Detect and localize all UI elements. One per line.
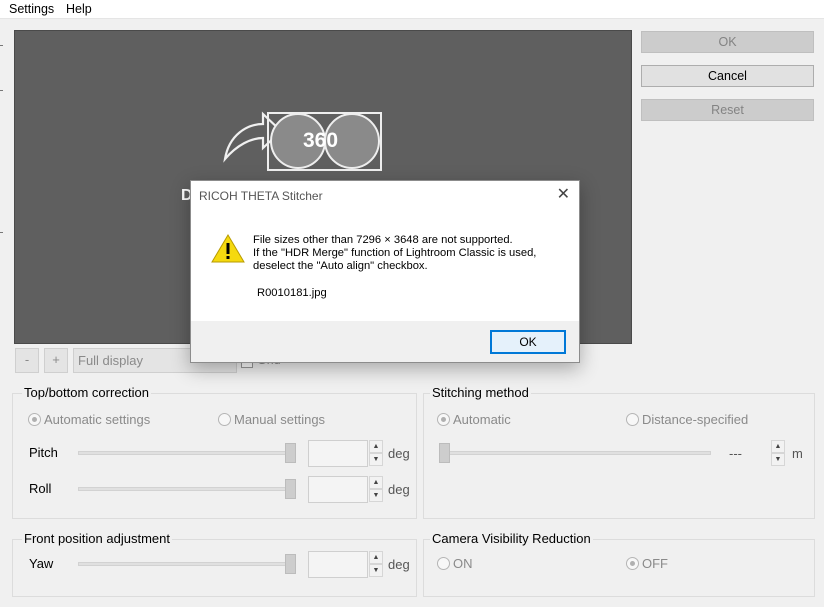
yaw-value-input[interactable]	[308, 551, 368, 578]
stitching-auto-label: Automatic	[453, 412, 511, 427]
roll-slider-track[interactable]	[78, 487, 296, 491]
roll-label: Roll	[29, 481, 52, 496]
dialog-ok-button[interactable]: OK	[490, 330, 566, 354]
front-position-title: Front position adjustment	[22, 531, 172, 546]
reset-button[interactable]: Reset	[641, 99, 814, 121]
zoom-in-button[interactable]: +	[44, 348, 68, 373]
pitch-label: Pitch	[29, 445, 58, 460]
yaw-label: Yaw	[29, 556, 54, 571]
menu-help[interactable]: Help	[66, 2, 92, 16]
dialog-message: File sizes other than 7296 × 3648 are no…	[253, 234, 537, 272]
top-bottom-auto-radio[interactable]	[28, 413, 41, 426]
top-bottom-manual-radio[interactable]	[218, 413, 231, 426]
top-bottom-title: Top/bottom correction	[22, 385, 152, 400]
distance-value: ---	[729, 446, 742, 461]
pitch-slider-thumb[interactable]	[285, 443, 296, 463]
yaw-slider-thumb[interactable]	[285, 554, 296, 574]
stitching-distance-label: Distance-specified	[642, 412, 749, 427]
dialog-filename: R0010181.jpg	[257, 287, 327, 299]
camera-visibility-title: Camera Visibility Reduction	[430, 531, 593, 546]
top-bottom-auto-label: Automatic settings	[44, 412, 151, 427]
error-dialog: RICOH THETA Stitcher ✕ File sizes other …	[190, 180, 580, 363]
pitch-spinner[interactable]: ▲ ▼	[369, 440, 383, 467]
pitch-unit: deg	[388, 446, 410, 461]
roll-unit: deg	[388, 482, 410, 497]
dialog-title: RICOH THETA Stitcher	[199, 189, 323, 203]
camera-off-label: OFF	[642, 556, 668, 571]
zoom-out-button[interactable]: -	[15, 348, 39, 373]
camera-on-radio[interactable]	[437, 557, 450, 570]
pitch-value-input[interactable]	[308, 440, 368, 467]
yaw-unit: deg	[388, 557, 410, 572]
menu-settings[interactable]: Settings	[9, 2, 54, 16]
stitching-title: Stitching method	[430, 385, 531, 400]
yaw-slider-track[interactable]	[78, 562, 296, 566]
window-edge-mark	[0, 90, 3, 91]
window-edge-mark	[0, 232, 3, 233]
dialog-footer: OK	[191, 321, 579, 362]
ok-button[interactable]: OK	[641, 31, 814, 53]
distance-slider-track[interactable]	[441, 451, 711, 455]
pitch-slider-track[interactable]	[78, 451, 296, 455]
roll-spinner[interactable]: ▲ ▼	[369, 476, 383, 503]
preview-logo-text: 360	[303, 129, 339, 152]
camera-on-label: ON	[453, 556, 473, 571]
camera-visibility-group	[423, 539, 815, 597]
distance-slider-thumb[interactable]	[439, 443, 450, 463]
yaw-spinner[interactable]: ▲ ▼	[369, 551, 383, 578]
cancel-button[interactable]: Cancel	[641, 65, 814, 87]
close-icon[interactable]: ✕	[557, 185, 570, 205]
stitching-auto-radio[interactable]	[437, 413, 450, 426]
camera-off-radio[interactable]	[626, 557, 639, 570]
distance-spinner[interactable]: ▲ ▼	[771, 440, 785, 467]
roll-slider-thumb[interactable]	[285, 479, 296, 499]
roll-value-input[interactable]	[308, 476, 368, 503]
stitching-distance-radio[interactable]	[626, 413, 639, 426]
warning-icon	[211, 234, 245, 263]
menu-bar: Settings Help	[0, 0, 824, 19]
top-bottom-manual-label: Manual settings	[234, 412, 326, 427]
window-edge-mark	[0, 45, 3, 46]
distance-unit: m	[792, 446, 803, 461]
